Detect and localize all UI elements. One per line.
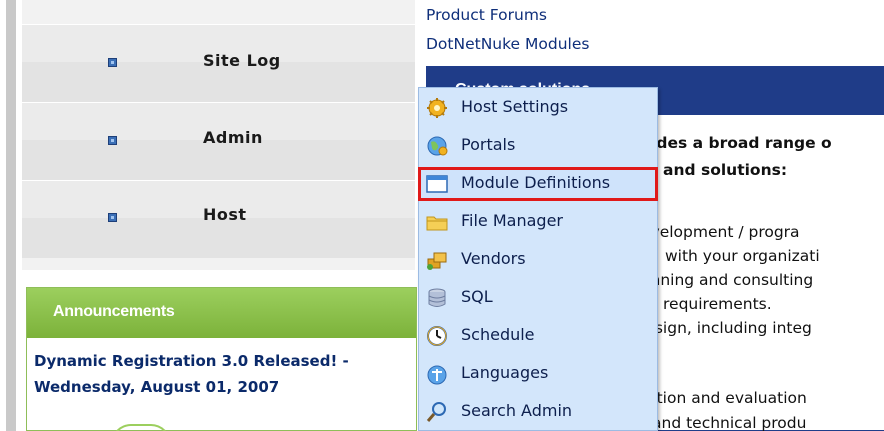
clock-icon xyxy=(425,325,449,347)
cs-text-line: and solutions: xyxy=(663,161,788,179)
link-product-forums[interactable]: Product Forums xyxy=(426,6,547,24)
gutter-bar xyxy=(6,0,16,431)
cs-text-line: requirements. xyxy=(663,295,772,313)
page-gutter xyxy=(0,0,22,431)
bullet-icon xyxy=(108,58,117,67)
menu-item-label: Portals xyxy=(461,135,516,154)
nav-item-host[interactable]: Host xyxy=(22,180,415,258)
menu-item-file-manager[interactable]: File Manager xyxy=(419,206,657,238)
vendors-icon xyxy=(425,249,449,271)
bullet-icon xyxy=(108,136,117,145)
left-nav-panel: Site Log Admin Host xyxy=(22,0,415,270)
cs-text-line: and technical produ xyxy=(652,414,807,431)
announcements-title: Announcements xyxy=(53,303,175,320)
link-dotnetnuke-modules[interactable]: DotNetNuke Modules xyxy=(426,35,589,53)
folder-icon xyxy=(425,211,449,233)
menu-item-label: SQL xyxy=(461,287,493,306)
menu-item-label: File Manager xyxy=(461,211,563,230)
decorative-circle xyxy=(111,424,171,431)
announcements-box: Announcements Dynamic Registration 3.0 R… xyxy=(26,287,417,431)
gear-icon xyxy=(425,97,449,119)
menu-item-label: Module Definitions xyxy=(461,173,611,192)
languages-icon xyxy=(425,363,449,385)
announcement-link[interactable]: Dynamic Registration 3.0 Released! - Wed… xyxy=(34,348,414,400)
window-icon xyxy=(425,173,449,195)
cs-text-line: vides a broad range o xyxy=(641,134,832,152)
nav-item-label[interactable]: Admin xyxy=(203,128,263,147)
cs-text-line: evelopment / progra xyxy=(641,223,800,241)
menu-item-sql[interactable]: SQL xyxy=(419,282,657,314)
menu-item-label: Host Settings xyxy=(461,97,569,116)
menu-item-module-definitions[interactable]: Module Definitions xyxy=(418,167,658,201)
bullet-icon xyxy=(108,213,117,222)
cs-text-line: lesign, including integ xyxy=(641,319,812,337)
nav-item-label[interactable]: Host xyxy=(203,205,247,224)
nav-item-site-log[interactable]: Site Log xyxy=(22,24,415,102)
menu-item-label: Vendors xyxy=(461,249,526,268)
cs-text-line: with your organizati xyxy=(665,247,820,265)
host-dropdown-menu: Host Settings Portals Module Definitions… xyxy=(418,87,658,431)
cs-text-line: tation and evaluation xyxy=(641,389,807,407)
menu-item-host-settings[interactable]: Host Settings xyxy=(419,92,657,124)
menu-item-search-admin[interactable]: Search Admin xyxy=(419,396,657,428)
nav-item-label[interactable]: Site Log xyxy=(203,51,281,70)
magnifier-icon xyxy=(425,401,449,423)
menu-item-portals[interactable]: Portals xyxy=(419,130,657,162)
globe-icon xyxy=(425,135,449,157)
menu-item-vendors[interactable]: Vendors xyxy=(419,244,657,276)
database-icon xyxy=(425,287,449,309)
announcements-header: Announcements xyxy=(27,288,416,338)
nav-item-admin[interactable]: Admin xyxy=(22,102,415,180)
menu-item-schedule[interactable]: Schedule xyxy=(419,320,657,352)
menu-item-languages[interactable]: Languages xyxy=(419,358,657,390)
menu-item-label: Search Admin xyxy=(461,401,573,420)
cs-text-line: anning and consulting xyxy=(641,271,814,289)
menu-item-label: Schedule xyxy=(461,325,535,344)
menu-item-label: Languages xyxy=(461,363,549,382)
